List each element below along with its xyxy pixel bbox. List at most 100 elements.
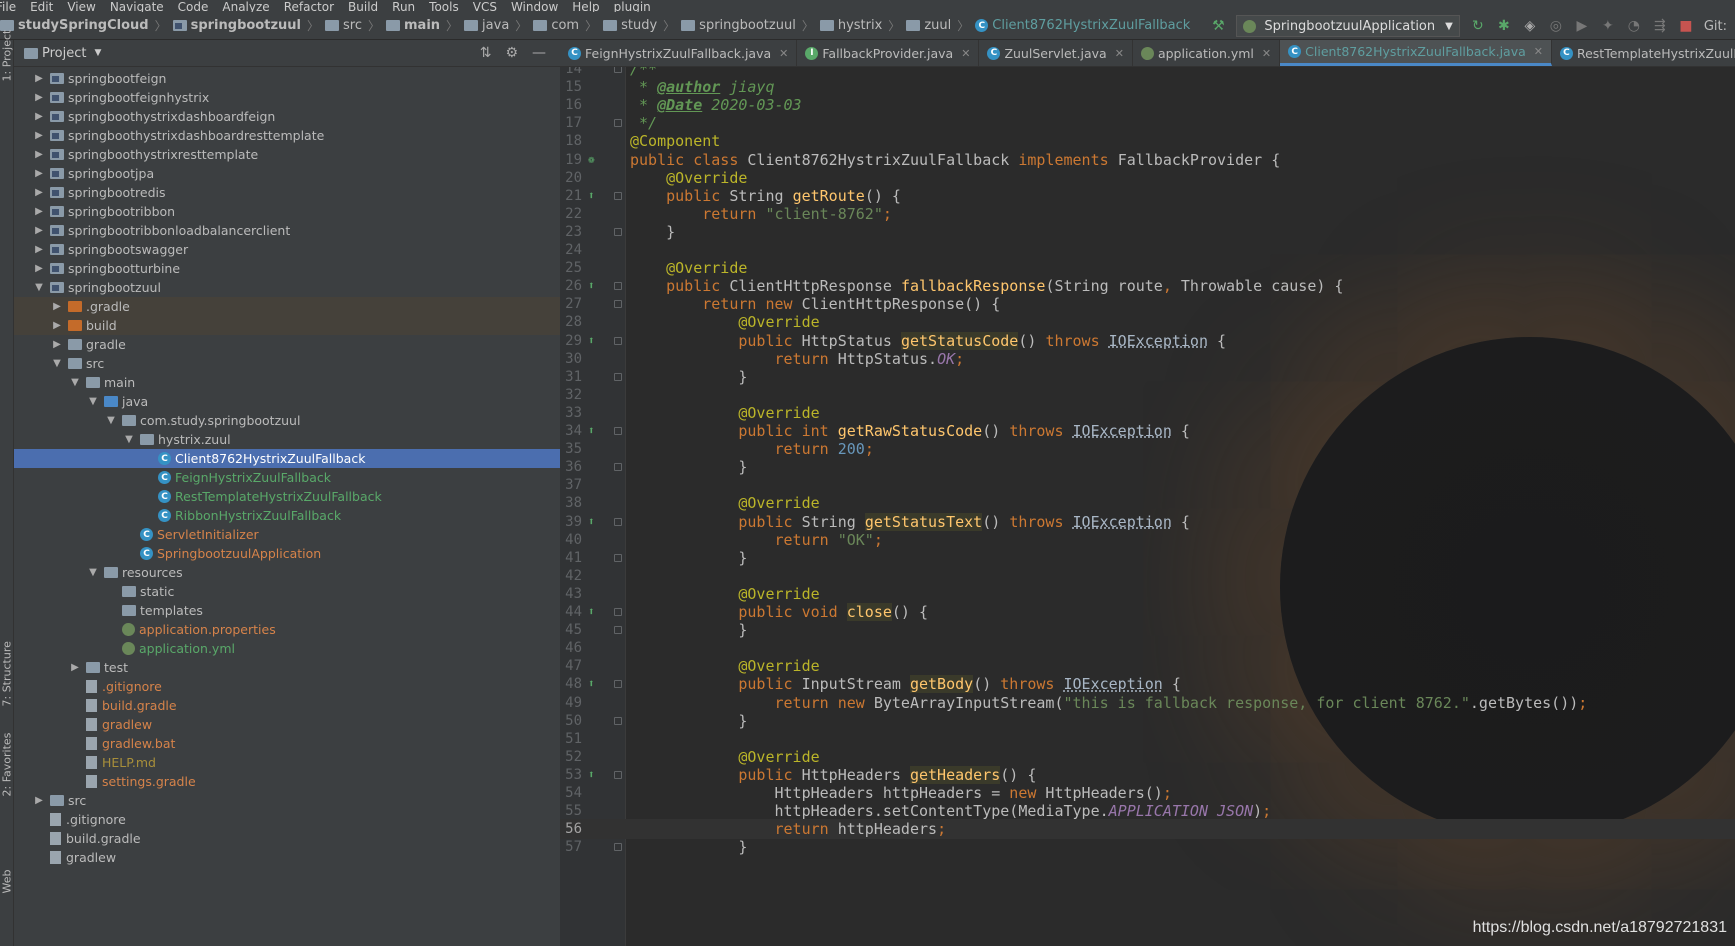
code-line[interactable]: 48 ⬆ public InputStream getBody() throws … <box>560 674 1735 694</box>
collapsed-arrow-icon[interactable]: ▶ <box>32 244 46 255</box>
breadcrumb-item[interactable]: hystrix <box>818 18 884 33</box>
code-line[interactable]: 19 ❁ public class Client8762HystrixZuulFal… <box>560 150 1735 170</box>
menu-item-run[interactable]: Run <box>392 1 415 12</box>
editor-tab[interactable]: C ZuulServlet.java ✕ <box>979 40 1133 66</box>
tree-node[interactable]: ▼ java <box>14 392 560 411</box>
project-tool-window-button[interactable]: 1: Project <box>1 30 14 82</box>
spring-bean-gutter-icon[interactable]: ❁ <box>588 150 595 170</box>
code-line[interactable]: 16 * @Date 2020-03-03 <box>560 95 1735 115</box>
tree-node[interactable]: ▶ springbootswagger <box>14 240 560 259</box>
code-line[interactable]: 50 } <box>560 711 1735 731</box>
tree-node[interactable]: ▶ springbootturbine <box>14 259 560 278</box>
tree-node[interactable]: C RibbonHystrixZuulFallback <box>14 506 560 525</box>
fold-marker-icon[interactable] <box>614 67 622 73</box>
tree-node[interactable]: templates <box>14 601 560 620</box>
fold-marker-icon[interactable] <box>614 282 622 291</box>
collapsed-arrow-icon[interactable]: ▶ <box>50 339 64 350</box>
tree-node[interactable]: C Client8762HystrixZuulFallback <box>14 449 560 468</box>
code-line[interactable]: 55 httpHeaders.setContentType(MediaType.… <box>560 801 1735 821</box>
tree-node[interactable]: HELP.md <box>14 753 560 772</box>
expanded-arrow-icon[interactable]: ▼ <box>86 396 100 407</box>
fold-marker-icon[interactable] <box>614 427 622 435</box>
tree-node[interactable]: ▼ com.study.springbootzuul <box>14 411 560 430</box>
expanded-arrow-icon[interactable]: ▼ <box>104 415 118 426</box>
menu-item-plugin[interactable]: plugin <box>614 1 651 12</box>
tree-node[interactable]: ▼ springbootzuul <box>14 278 560 297</box>
breadcrumb-item[interactable]: springbootzuul <box>679 18 798 33</box>
fold-marker-icon[interactable] <box>614 119 622 128</box>
close-icon[interactable]: ✕ <box>779 47 788 60</box>
expanded-arrow-icon[interactable]: ▼ <box>50 358 64 369</box>
tree-node[interactable]: ▼ src <box>14 354 560 373</box>
fold-marker-icon[interactable] <box>614 680 622 689</box>
collapsed-arrow-icon[interactable]: ▶ <box>50 301 64 312</box>
collapsed-arrow-icon[interactable]: ▶ <box>68 662 82 673</box>
fold-marker-icon[interactable] <box>614 843 622 852</box>
chevron-down-icon[interactable]: ▼ <box>94 48 101 58</box>
implementing-method-gutter-icon[interactable]: ⬆ <box>588 276 595 296</box>
fold-marker-icon[interactable] <box>614 517 622 526</box>
collapsed-arrow-icon[interactable]: ▶ <box>32 92 46 103</box>
tree-node[interactable]: settings.gradle <box>14 772 560 791</box>
build-hammer-icon[interactable]: ⚒ <box>1210 18 1226 34</box>
fold-marker-icon[interactable] <box>614 336 622 345</box>
profile-icon[interactable]: ◎ <box>1548 18 1564 34</box>
git-label[interactable]: Git: <box>1704 19 1727 34</box>
tree-node[interactable]: ▶ springbootfeign <box>14 69 560 88</box>
breadcrumb-item[interactable]: springbootzuul <box>171 18 303 33</box>
menu-item-tools[interactable]: Tools <box>429 1 459 12</box>
tree-node[interactable]: ▶ springbootribbonloadbalancerclient <box>14 221 560 240</box>
code-line[interactable]: 23 } <box>560 222 1735 242</box>
tree-node[interactable]: gradlew.bat <box>14 734 560 753</box>
collapsed-arrow-icon[interactable]: ▶ <box>32 225 46 236</box>
code-line[interactable]: 46 <box>560 638 1735 658</box>
editor-tab[interactable]: application.yml ✕ <box>1133 40 1281 66</box>
tree-node[interactable]: C SpringbootzuulApplication <box>14 544 560 563</box>
code-line[interactable]: 57 } <box>560 837 1735 857</box>
collapsed-arrow-icon[interactable]: ▶ <box>32 149 46 160</box>
fold-marker-icon[interactable] <box>614 553 622 562</box>
tree-node[interactable]: C ServletInitializer <box>14 525 560 544</box>
step-over-icon[interactable]: ⇶ <box>1652 18 1668 34</box>
code-line[interactable]: 51 <box>560 729 1735 749</box>
structure-tool-window-button[interactable]: 7: Structure <box>1 641 14 706</box>
tree-node[interactable]: application.properties <box>14 620 560 639</box>
run-icon[interactable]: ▶ <box>1574 18 1590 34</box>
implementing-method-gutter-icon[interactable]: ⬆ <box>588 186 595 206</box>
debug-icon[interactable]: ✱ <box>1496 18 1512 34</box>
tree-node[interactable]: ▶ .gradle <box>14 297 560 316</box>
menu-item-vcs[interactable]: VCS <box>473 1 497 12</box>
fold-marker-icon[interactable] <box>614 191 622 200</box>
code-line[interactable]: 26 ⬆ public ClientHttpResponse fallbackRe… <box>560 276 1735 296</box>
expanded-arrow-icon[interactable]: ▼ <box>86 567 100 578</box>
collapsed-arrow-icon[interactable]: ▶ <box>32 795 46 806</box>
code-line[interactable]: 56 return httpHeaders; <box>560 819 1735 840</box>
attach-debugger-icon[interactable]: ✦ <box>1600 18 1616 34</box>
tree-node[interactable]: ▶ src <box>14 791 560 810</box>
fold-marker-icon[interactable] <box>614 770 622 779</box>
code-line[interactable]: 36 } <box>560 457 1735 477</box>
tree-node[interactable]: ▼ hystrix.zuul <box>14 430 560 449</box>
editor-tab[interactable]: CRestTemplateHystrixZuulFallback.java✕ <box>1552 40 1735 66</box>
tree-node[interactable]: gradlew <box>14 715 560 734</box>
minimize-icon[interactable]: — <box>532 45 546 61</box>
code-line[interactable]: 54 HttpHeaders httpHeaders = new HttpHea… <box>560 783 1735 803</box>
tree-node[interactable]: build.gradle <box>14 696 560 715</box>
code-line[interactable]: 43 @Override <box>560 584 1735 604</box>
menu-item-help[interactable]: Help <box>572 1 599 12</box>
expanded-arrow-icon[interactable]: ▼ <box>68 377 82 388</box>
close-icon[interactable]: ✕ <box>961 47 970 60</box>
editor-tab[interactable]: C FeignHystrixZuulFallback.java ✕ <box>560 40 798 66</box>
tree-node[interactable]: ▼ resources <box>14 563 560 582</box>
collapsed-arrow-icon[interactable]: ▶ <box>50 320 64 331</box>
code-line[interactable]: 30 return HttpStatus.OK; <box>560 349 1735 369</box>
tree-node[interactable]: static <box>14 582 560 601</box>
code-line[interactable]: 44 ⬆ public void close() { <box>560 602 1735 622</box>
breadcrumb-item[interactable]: zuul <box>904 18 953 33</box>
menu-item-code[interactable]: Code <box>178 1 209 12</box>
breadcrumb-item[interactable]: studySpringCloud <box>0 18 151 33</box>
code-line[interactable]: 24 <box>560 240 1735 260</box>
code-line[interactable]: 32 <box>560 385 1735 405</box>
breadcrumb-item[interactable]: src <box>323 18 364 33</box>
code-line[interactable]: 45 } <box>560 620 1735 640</box>
